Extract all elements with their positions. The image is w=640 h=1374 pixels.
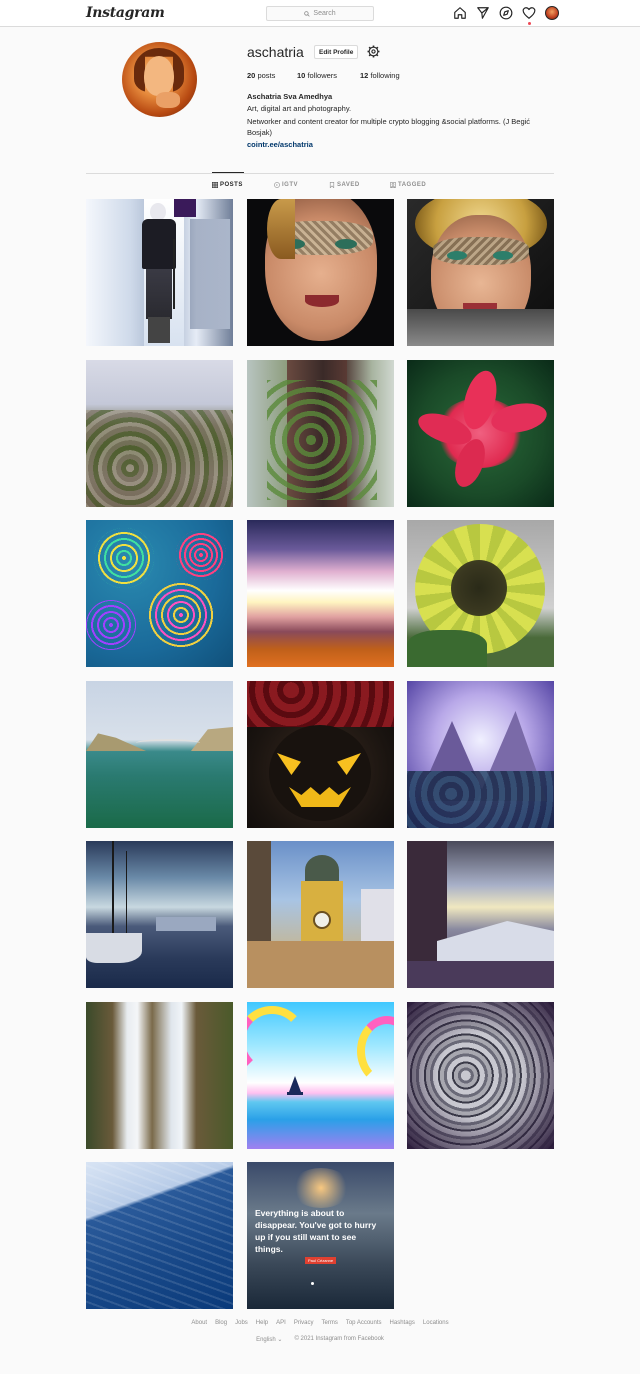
tab-igtv[interactable]: IGTV — [274, 182, 298, 188]
explore-icon[interactable] — [499, 6, 513, 20]
following-stat[interactable]: 12 following — [360, 71, 400, 80]
quote-author: Paul Cézanne — [305, 1257, 337, 1264]
quote-text: Everything is about to disappear. You've… — [255, 1208, 377, 1254]
post-tile[interactable] — [86, 520, 233, 667]
post-tile[interactable] — [407, 520, 554, 667]
footer-link[interactable]: Help — [256, 1320, 268, 1326]
instagram-logo[interactable]: Instagram — [86, 5, 165, 21]
search-placeholder: Search — [313, 10, 336, 17]
post-tile[interactable] — [407, 1002, 554, 1149]
post-tile[interactable] — [407, 199, 554, 346]
post-tile[interactable] — [86, 1162, 233, 1309]
footer-link[interactable]: Blog — [215, 1320, 227, 1326]
footer-bottom: English ⌄ © 2021 Instagram from Facebook — [0, 1336, 640, 1343]
profile-bio-line1: Art, digital art and photography. — [247, 104, 352, 113]
nav-icons — [453, 6, 559, 25]
posts-stat: 20 posts — [247, 71, 276, 80]
home-icon[interactable] — [453, 6, 467, 20]
post-tile[interactable] — [86, 841, 233, 988]
footer-link[interactable]: About — [191, 1320, 207, 1326]
profile-bio-line2: Networker and content creator for multip… — [247, 117, 531, 137]
footer-link[interactable]: Terms — [321, 1320, 337, 1326]
post-tile[interactable] — [407, 360, 554, 507]
post-tile[interactable] — [86, 681, 233, 828]
grid-icon — [212, 182, 218, 188]
post-tile[interactable] — [86, 199, 233, 346]
post-tile[interactable] — [86, 1002, 233, 1149]
language-select[interactable]: English ⌄ — [256, 1336, 282, 1343]
footer-link[interactable]: Jobs — [235, 1320, 248, 1326]
search-icon — [304, 10, 311, 17]
post-tile[interactable] — [247, 841, 394, 988]
tabs-divider — [86, 173, 554, 174]
settings-gear-icon[interactable] — [367, 45, 380, 58]
footer-link[interactable]: Locations — [423, 1320, 449, 1326]
activity-icon[interactable] — [522, 6, 536, 25]
profile-picture[interactable] — [122, 42, 197, 117]
tab-posts[interactable]: POSTS — [212, 182, 243, 188]
edit-profile-button[interactable]: Edit Profile — [314, 45, 359, 59]
footer-links: About Blog Jobs Help API Privacy Terms T… — [0, 1320, 640, 1326]
post-tile[interactable] — [247, 360, 394, 507]
footer-link[interactable]: Privacy — [294, 1320, 314, 1326]
tab-saved[interactable]: SAVED — [329, 182, 360, 188]
top-nav: Instagram Search — [0, 0, 640, 27]
igtv-icon — [274, 182, 280, 188]
profile-avatar[interactable] — [545, 6, 559, 20]
post-tile[interactable] — [247, 1002, 394, 1149]
copyright: © 2021 Instagram from Facebook — [294, 1336, 384, 1342]
direct-icon[interactable] — [476, 6, 490, 20]
profile-link[interactable]: cointr.ee/aschatria — [247, 140, 313, 149]
tagged-icon — [390, 182, 396, 188]
post-tile[interactable] — [247, 520, 394, 667]
active-tab-indicator — [212, 172, 244, 173]
post-tile[interactable] — [247, 681, 394, 828]
footer-link[interactable]: Top Accounts — [346, 1320, 382, 1326]
post-tile[interactable] — [247, 199, 394, 346]
tab-tagged[interactable]: TAGGED — [390, 182, 426, 188]
footer-link[interactable]: Hashtags — [390, 1320, 415, 1326]
bookmark-icon — [329, 182, 335, 188]
profile-username: aschatria — [247, 44, 304, 60]
search-input[interactable]: Search — [266, 6, 374, 21]
followers-stat[interactable]: 10 followers — [297, 71, 360, 80]
post-tile[interactable] — [407, 841, 554, 988]
chevron-down-icon: ⌄ — [277, 1337, 283, 1343]
post-tile[interactable] — [86, 360, 233, 507]
post-tile[interactable] — [407, 681, 554, 828]
profile-full-name: Aschatria Sva Amedhya — [247, 92, 333, 101]
profile-stats: 20 posts 10 followers 12 following — [247, 71, 400, 80]
footer-link[interactable]: API — [276, 1320, 286, 1326]
notification-dot — [528, 22, 531, 25]
post-tile[interactable]: Everything is about to disappear. You've… — [247, 1162, 394, 1309]
